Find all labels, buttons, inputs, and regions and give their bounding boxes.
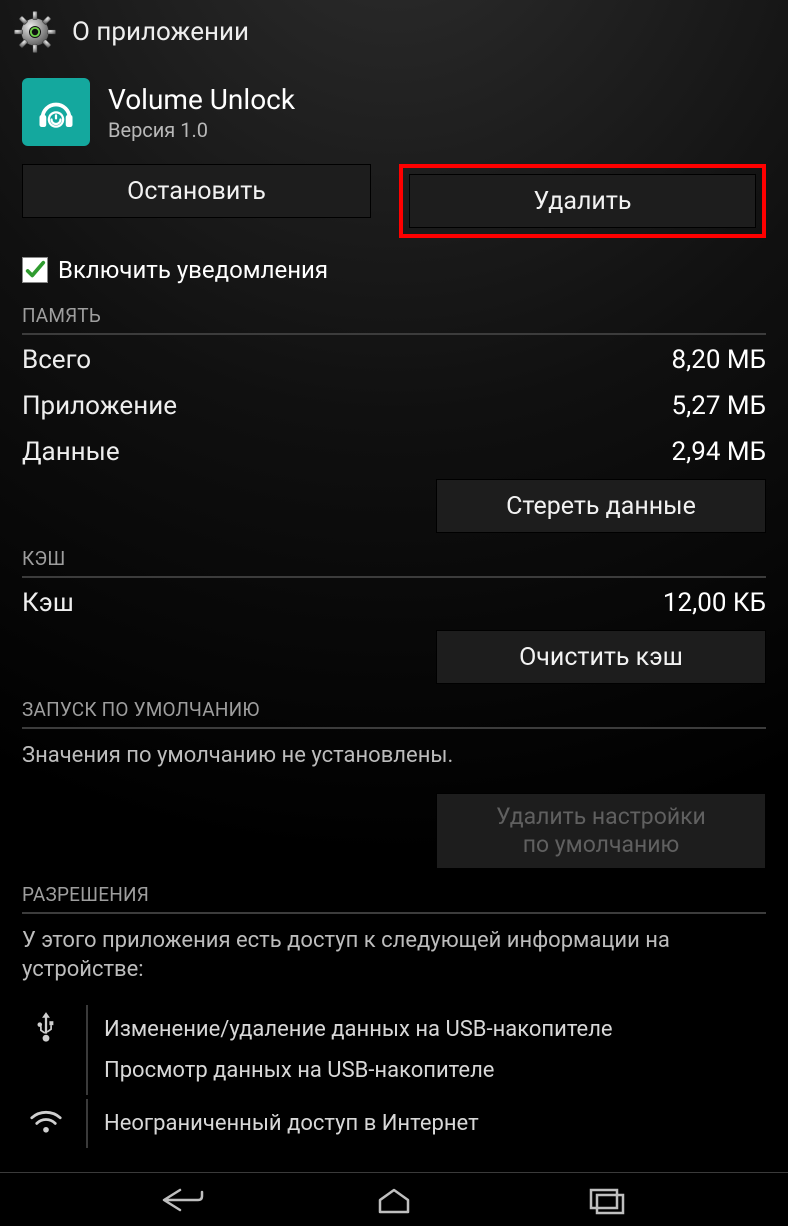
app-version: Версия 1.0: [108, 118, 295, 142]
checkbox-icon: [22, 257, 48, 283]
divider-icon: [86, 1099, 88, 1148]
defaults-status: Значения по умолчанию не установлены.: [22, 729, 766, 787]
force-stop-button[interactable]: Остановить: [22, 164, 371, 218]
clear-defaults-line2: по умолчанию: [523, 831, 680, 859]
permission-item: Просмотр данных на USB-накопителе: [104, 1050, 766, 1091]
uninstall-button[interactable]: Удалить: [409, 174, 756, 228]
permission-item: Неограниченный доступ в Интернет: [104, 1103, 766, 1144]
settings-gear-icon: [12, 9, 58, 55]
uninstall-highlight: Удалить: [399, 164, 766, 238]
cache-row: Кэш 12,00 КБ: [22, 578, 766, 624]
nav-recent-button[interactable]: [576, 1180, 636, 1220]
permissions-intro: У этого приложения есть доступ к следующ…: [22, 914, 766, 1001]
storage-app-label: Приложение: [22, 391, 177, 421]
storage-data-value: 2,94 МБ: [672, 437, 767, 467]
notifications-label: Включить уведомления: [58, 256, 328, 284]
storage-total-label: Всего: [22, 345, 91, 375]
clear-cache-button[interactable]: Очистить кэш: [436, 630, 766, 684]
storage-data-row: Данные 2,94 МБ: [22, 427, 766, 473]
notifications-checkbox-row[interactable]: Включить уведомления: [22, 256, 766, 284]
action-bar-title: О приложении: [72, 17, 249, 47]
section-defaults-title: ЗАПУСК ПО УМОЛЧАНИЮ: [22, 698, 766, 729]
cache-value: 12,00 КБ: [663, 588, 766, 618]
app-header: Volume Unlock Версия 1.0: [22, 78, 766, 146]
action-bar: О приложении: [0, 0, 788, 64]
storage-app-row: Приложение 5,27 МБ: [22, 381, 766, 427]
storage-app-value: 5,27 МБ: [672, 391, 767, 421]
section-permissions-title: РАЗРЕШЕНИЯ: [22, 883, 766, 914]
storage-total-value: 8,20 МБ: [672, 345, 767, 375]
app-name: Volume Unlock: [108, 83, 295, 116]
permission-item: Изменение/удаление данных на USB-накопит…: [104, 1009, 766, 1050]
nav-home-button[interactable]: [364, 1180, 424, 1220]
nav-back-button[interactable]: [152, 1180, 212, 1220]
section-storage-title: ПАМЯТЬ: [22, 304, 766, 335]
divider-icon: [86, 1005, 88, 1095]
storage-data-label: Данные: [22, 437, 120, 467]
section-cache-title: КЭШ: [22, 547, 766, 578]
permission-group-usb: Изменение/удаление данных на USB-накопит…: [22, 1005, 766, 1095]
clear-defaults-line1: Удалить настройки: [496, 803, 706, 831]
storage-total-row: Всего 8,20 МБ: [22, 335, 766, 381]
cache-label: Кэш: [22, 588, 74, 618]
permission-group-wifi: Неограниченный доступ в Интернет: [22, 1099, 766, 1148]
app-icon: [22, 78, 90, 146]
usb-icon: [22, 1005, 70, 1095]
clear-defaults-button: Удалить настройки по умолчанию: [436, 793, 766, 869]
wifi-icon: [22, 1099, 70, 1148]
clear-data-button[interactable]: Стереть данные: [436, 479, 766, 533]
navigation-bar: [0, 1172, 788, 1226]
